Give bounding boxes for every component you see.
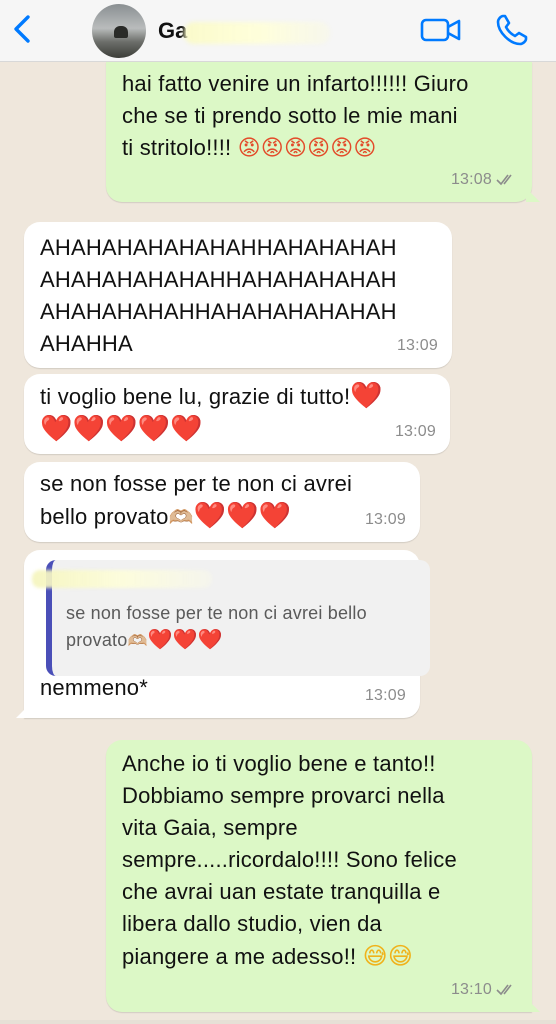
message-bubble-incoming[interactable]: se non fosse per te non ci avrei bello pr… [24,462,420,542]
message-time: 13:09 [394,423,436,440]
message-text: ti voglio bene lu, grazie di tutto!❤️ ❤️❤… [40,381,383,444]
message-text: AHAHAHAHAHAHAHHAHAHAHAH AHAHAHAHAHAHHAHAH… [40,235,397,356]
read-ticks-icon [496,984,512,996]
quoted-text: se non fosse per te non ci avrei bello [66,603,367,623]
quoted-message[interactable]: se non fosse per te non ci avrei bello pr… [32,560,430,676]
message-bubble-outgoing[interactable]: hai fatto venire un infarto!!!!!! Giuro c… [106,62,540,202]
bottom-divider [0,1020,556,1024]
chevron-left-icon[interactable] [8,12,38,46]
message-meta: 13:09 [395,416,436,448]
message-bubble-incoming[interactable]: ti voglio bene lu, grazie di tutto!❤️ ❤️❤… [24,374,450,454]
sweat-smile-emoji: 😅😅 [362,942,414,970]
message-list[interactable]: hai fatto venire un infarto!!!!!! Giuro c… [0,62,556,1024]
message-bubble-reply[interactable]: se non fosse per te non ci avrei bello pr… [16,550,430,718]
chat-header: Ga [0,0,556,62]
read-ticks-icon [496,174,512,186]
message-text: se non fosse per te non ci avrei bello pr… [40,471,353,531]
red-hearts-emoji: ❤️❤️❤️❤️❤️ [40,414,203,444]
message-bubble-incoming[interactable]: AHAHAHAHAHAHAHHAHAHAHAH AHAHAHAHAHAHHAHAH… [24,222,452,368]
message-meta: 13:10 [451,974,518,1006]
red-heart-emoji: ❤️ [350,381,383,411]
avatar[interactable] [92,4,146,58]
message-bubble-outgoing[interactable]: Anche io ti voglio bene e tanto!! Dobbiam… [106,740,540,1012]
message-time: 13:09 [364,687,406,704]
heart-hands-emoji: 🫶🏼 [168,505,194,529]
message-time: 13:09 [364,511,406,528]
message-meta: 13:09 [397,330,438,362]
red-hearts-emoji: ❤️❤️❤️ [193,501,292,531]
message-text: hai fatto venire un infarto!!!!!! Giuro c… [122,71,469,161]
message-text: nemmeno* [40,675,148,700]
message-time: 13:09 [396,337,438,354]
message-time: 13:08 [450,171,492,188]
heart-hands-emoji: 🫶🏼 [127,631,148,650]
redacted-quote-sender [32,570,212,588]
message-text: Anche io ti voglio bene e tanto!! Dobbiam… [122,751,457,970]
angry-face-emoji: 😡😡😡😡😡😡 [237,136,377,161]
red-hearts-emoji: ❤️❤️❤️ [147,627,223,651]
redacted-name [184,22,330,44]
message-meta: 13:08 [451,164,518,196]
message-time: 13:10 [450,981,492,998]
message-meta: 13:09 [365,680,406,712]
video-camera-icon[interactable] [420,14,462,46]
message-meta: 13:09 [365,504,406,536]
phone-icon[interactable] [494,12,530,48]
contact-name[interactable]: Ga [158,18,187,44]
